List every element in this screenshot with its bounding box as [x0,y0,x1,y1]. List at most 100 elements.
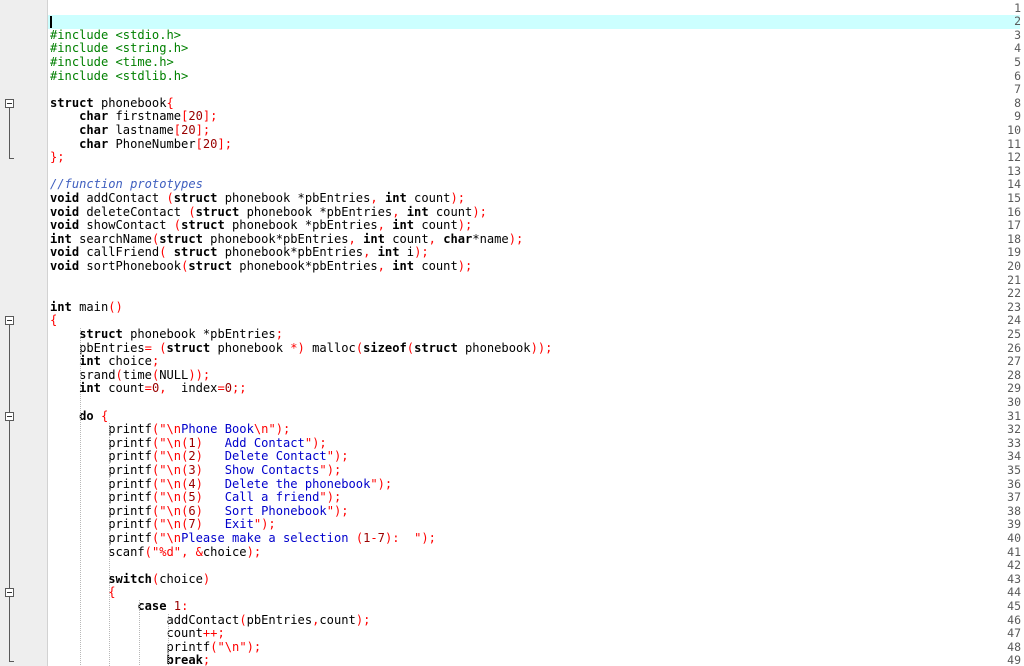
token-str: Delete the phonebook [202,476,371,491]
indent-guide [138,599,140,666]
code-line[interactable] [48,274,1024,288]
fold-minus-icon[interactable] [5,98,14,108]
code-line[interactable]: printf("\n(6) Sort Phonebook"); [48,503,1024,519]
token-pun: ); [450,190,466,205]
token-str: Exit [202,517,254,532]
token-qt: ) [195,503,203,518]
code-line[interactable]: scanf("%d", &choice); [48,544,1024,560]
token-id: count [414,258,458,273]
code-line[interactable] [48,559,1024,573]
code-line[interactable]: #include <stdlib.h> [48,68,1024,84]
token-kw: case [137,598,167,613]
token-id: scanf [50,544,145,559]
code-line-text: do { [48,409,108,424]
code-line[interactable]: void addContact (struct phonebook *pbEnt… [48,190,1024,206]
code-line[interactable]: printf("\n(2) Delete Contact"); [48,449,1024,464]
token-pp: #include <stdlib.h> [50,68,189,83]
token-pun: ); [246,544,262,559]
code-line[interactable]: do { [48,409,1024,424]
token-pp: #include <time.h> [50,54,174,69]
code-line[interactable]: addContact(pbEntries,count); [48,613,1024,628]
token-id [167,599,174,613]
code-line[interactable]: { [48,585,1024,600]
token-esc: %d [159,544,174,559]
code-line[interactable]: srand(time(NULL)); [48,367,1024,383]
token-pun: = [217,381,225,396]
code-line[interactable]: pbEntries= (struct phonebook *) malloc(s… [48,340,1024,356]
token-pun: , [392,204,400,219]
token-str: Please make a selection [181,530,356,545]
token-id: count [428,204,473,219]
code-line[interactable]: printf("\nPhone Book\n"); [48,422,1024,437]
code-line[interactable]: #include <time.h> [48,54,1024,70]
code-line[interactable]: void showContact (struct phonebook *pbEn… [48,218,1024,233]
token-id: phonebook *pbEntries [217,190,371,205]
code-line[interactable]: int count=0, index=0;; [48,381,1024,396]
code-line[interactable]: }; [48,150,1024,165]
token-pun: ); [421,530,436,545]
code-line[interactable]: int choice; [48,354,1024,369]
code-line[interactable]: printf("\n(5) Call a friend"); [48,490,1024,505]
code-line[interactable]: struct phonebook{ [48,96,1024,111]
token-id [167,245,174,259]
code-line-text: void callFriend( struct phonebook*pbEntr… [48,245,429,260]
code-line[interactable]: void callFriend( struct phonebook*pbEntr… [48,245,1024,260]
token-pun: ( [159,340,167,355]
code-line[interactable]: #include <stdio.h> [48,28,1024,43]
token-id: phonebook*pbEntries [202,231,349,246]
code-line[interactable]: char firstname[20]; [48,109,1024,124]
token-pun: )); [530,340,553,355]
code-line[interactable]: printf("\n(3) Show Contacts"); [48,463,1024,478]
token-pun: = [144,381,152,396]
code-line[interactable]: void deleteContact (struct phonebook *pb… [48,204,1024,220]
code-line[interactable]: count++; [48,626,1024,641]
code-line[interactable]: struct phonebook *pbEntries; [48,327,1024,342]
code-line[interactable]: void sortPhonebook(struct phonebook*pbEn… [48,258,1024,274]
code-line[interactable]: { [48,313,1024,328]
code-line[interactable]: switch(choice) [48,572,1024,587]
code-line-text: void deleteContact (struct phonebook *pb… [48,204,487,220]
code-line[interactable]: int searchName(struct phonebook*pbEntrie… [48,231,1024,247]
code-line[interactable] [48,165,1024,179]
indent-guide [109,423,111,666]
code-line-text: { [48,585,115,600]
code-line[interactable] [48,2,1024,16]
fold-minus-icon[interactable] [5,316,14,326]
code-content[interactable]: #include <stdio.h> #include <string.h> #in… [48,0,1024,666]
token-kw: int [363,231,385,246]
code-line[interactable] [48,15,1024,29]
token-qt: ) [195,517,203,532]
code-line[interactable] [48,287,1024,301]
token-pun: ( [159,245,167,260]
code-editor[interactable]: 1 2 3 4 5 6 7 8 9 10 11 12 13 14 15 16 17 18 19 20 21 22 23 24 2… [0,0,1024,666]
token-pun: ; [151,354,160,369]
code-line[interactable] [48,83,1024,97]
code-line[interactable]: printf("\n(4) Delete the phonebook"); [48,476,1024,492]
token-pun: ( [115,367,123,382]
code-line-text: char PhoneNumber[20]; [48,137,232,152]
code-line[interactable]: char lastname[20]; [48,123,1024,138]
code-line[interactable] [48,396,1024,410]
token-pun: , [159,381,167,396]
fold-minus-icon[interactable] [5,588,14,598]
code-line[interactable]: case 1: [48,598,1024,614]
token-id [50,327,79,341]
token-id: phonebook *pbEntries [239,204,393,219]
code-line[interactable]: printf("\n"); [48,640,1024,655]
code-line[interactable]: printf("\nPlease make a selection (1-7):… [48,530,1024,546]
code-line[interactable]: int main() [48,300,1024,315]
token-pun: ); [261,517,276,532]
token-kw: void [50,218,80,233]
token-id: deleteContact [79,204,189,219]
code-line[interactable]: //function prototypes [48,177,1024,192]
fold-minus-icon[interactable] [5,411,14,421]
token-qt: " [326,449,334,464]
token-pun: ( [144,544,152,559]
code-line[interactable]: #include <string.h> [48,41,1024,56]
code-line[interactable]: char PhoneNumber[20]; [48,137,1024,152]
code-folding-gutter[interactable] [31,0,48,666]
code-line[interactable]: printf("\n(1) Add Contact"); [48,436,1024,451]
token-pp: #include <string.h> [50,41,189,56]
code-line[interactable]: printf("\n(7) Exit"); [48,517,1024,532]
code-line[interactable]: break; [48,653,1024,666]
